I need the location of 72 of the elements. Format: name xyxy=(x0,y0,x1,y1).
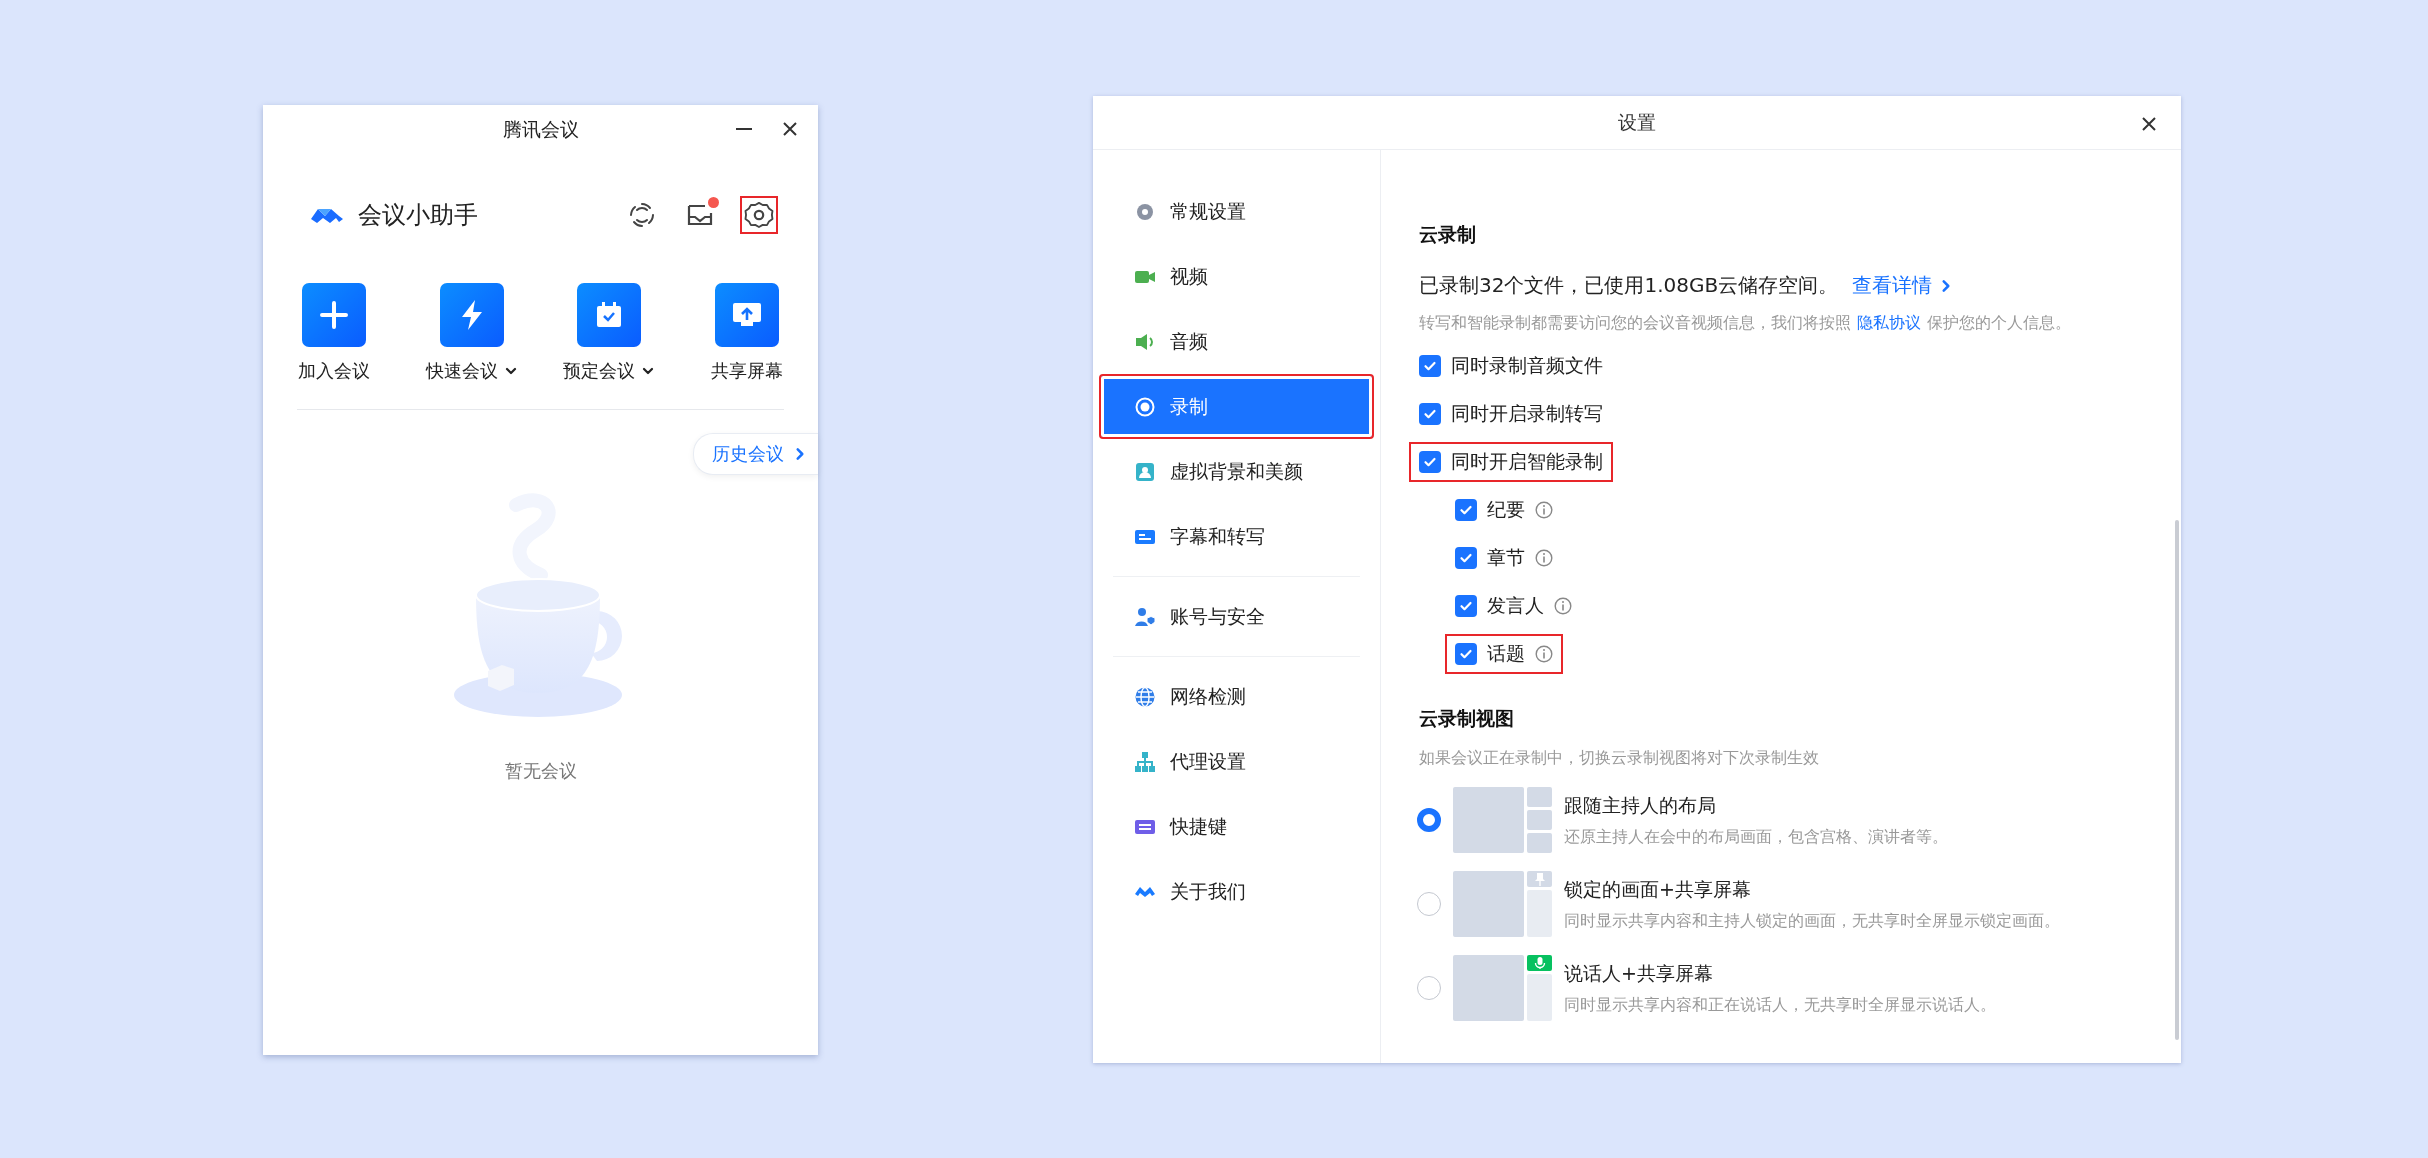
settings-button[interactable] xyxy=(740,196,778,234)
sidebar-item[interactable]: 虚拟背景和美颜 xyxy=(1099,439,1374,504)
section-note: 如果会议正在录制中，切换云录制视图将对下次录制生效 xyxy=(1419,748,1820,769)
checkmark-icon xyxy=(1459,647,1473,661)
portrait-icon xyxy=(1134,460,1156,483)
layout-title: 说话人+共享屏幕 xyxy=(1564,960,1714,986)
checkbox[interactable] xyxy=(1455,643,1477,665)
action-button[interactable]: 共享屏幕 xyxy=(678,283,816,383)
info-icon xyxy=(1535,645,1553,663)
info-icon xyxy=(1554,597,1572,615)
sidebar-item[interactable]: 网络检测 xyxy=(1099,664,1374,729)
layout-description: 同时显示共享内容和正在说话人，无共享时全屏显示说话人。 xyxy=(1564,994,1996,1016)
layout-title: 锁定的画面+共享屏幕 xyxy=(1564,876,1752,902)
section-heading: 云录制 xyxy=(1419,222,1477,247)
checkbox-option[interactable]: 同时开启录制转写 xyxy=(1409,394,1613,434)
checkmark-icon xyxy=(1423,455,1437,469)
storage-usage-text: 已录制32个文件，已使用1.08GB云储存空间。 xyxy=(1419,272,1839,299)
sidebar-item[interactable]: 常规设置 xyxy=(1099,179,1374,244)
checkbox[interactable] xyxy=(1455,499,1477,521)
scrollbar[interactable] xyxy=(2175,520,2179,1040)
sidebar-item[interactable]: 代理设置 xyxy=(1099,729,1374,794)
checkmark-icon xyxy=(1459,599,1473,613)
checkmark-icon xyxy=(1423,359,1437,373)
checkmark-icon xyxy=(1459,503,1473,517)
logo-icon xyxy=(1134,885,1156,898)
user-shield-icon xyxy=(1134,605,1156,628)
checkbox[interactable] xyxy=(1455,595,1477,617)
record-icon xyxy=(1134,395,1156,418)
privacy-notice: 转写和智能录制都需要访问您的会议音视频信息，我们将按照 隐私协议 保护您的个人信息。 xyxy=(1419,313,2072,334)
sidebar-item[interactable]: 视频 xyxy=(1099,244,1374,309)
action-button[interactable]: 预定会议 xyxy=(540,283,679,383)
action-button[interactable]: 加入会议 xyxy=(265,283,403,383)
radio-button[interactable] xyxy=(1417,892,1441,916)
globe-icon xyxy=(1134,685,1156,708)
checkbox-option[interactable]: 纪要 xyxy=(1445,490,1563,530)
layout-description: 同时显示共享内容和主持人锁定的画面，无共享时全屏显示锁定画面。 xyxy=(1564,910,2060,932)
checkbox-option[interactable]: 章节 xyxy=(1445,538,1563,578)
radio-button[interactable] xyxy=(1417,976,1441,1000)
radio-button[interactable] xyxy=(1417,808,1441,832)
checkbox-option[interactable]: 发言人 xyxy=(1445,586,1582,626)
minimize-icon xyxy=(734,127,754,131)
info-icon xyxy=(1535,549,1553,567)
app-name: 会议小助手 xyxy=(358,200,479,231)
privacy-link[interactable]: 隐私协议 xyxy=(1857,313,1921,332)
sidebar-item[interactable]: 快捷键 xyxy=(1099,794,1374,859)
window-title: 腾讯会议 xyxy=(502,117,579,142)
layout-title: 跟随主持人的布局 xyxy=(1564,792,1717,818)
unread-dot xyxy=(708,197,719,208)
sidebar-item[interactable]: 账号与安全 xyxy=(1099,584,1374,649)
plus-icon xyxy=(318,300,349,330)
details-link[interactable]: 查看详情 xyxy=(1852,272,1955,299)
checkbox[interactable] xyxy=(1419,451,1441,473)
checkbox-option[interactable]: 同时开启智能录制 xyxy=(1409,442,1613,482)
layout-description: 还原主持人在会中的布局画面，包含宫格、演讲者等。 xyxy=(1564,826,1948,848)
history-button[interactable]: 历史会议 xyxy=(693,433,818,475)
sidebar-item[interactable]: 关于我们 xyxy=(1099,859,1374,924)
empty-state-text: 暂无会议 xyxy=(504,759,577,783)
sidebar-item[interactable]: 字幕和转写 xyxy=(1099,504,1374,569)
network-tree-icon xyxy=(1134,750,1156,773)
section-heading: 云录制视图 xyxy=(1419,706,1515,731)
checkmark-icon xyxy=(1459,551,1473,565)
window-title: 设置 xyxy=(1618,109,1656,135)
checkbox[interactable] xyxy=(1455,547,1477,569)
checkbox-option[interactable]: 同时录制音频文件 xyxy=(1409,346,1613,386)
info-icon xyxy=(1535,501,1553,519)
checkbox-option[interactable]: 话题 xyxy=(1445,634,1563,674)
checkmark-icon xyxy=(1423,407,1437,421)
checkbox[interactable] xyxy=(1419,403,1441,425)
sidebar-item[interactable]: 音频 xyxy=(1099,309,1374,374)
sidebar-item[interactable]: 录制 xyxy=(1099,374,1374,439)
action-button[interactable]: 快速会议 xyxy=(402,283,541,383)
checkbox[interactable] xyxy=(1419,355,1441,377)
